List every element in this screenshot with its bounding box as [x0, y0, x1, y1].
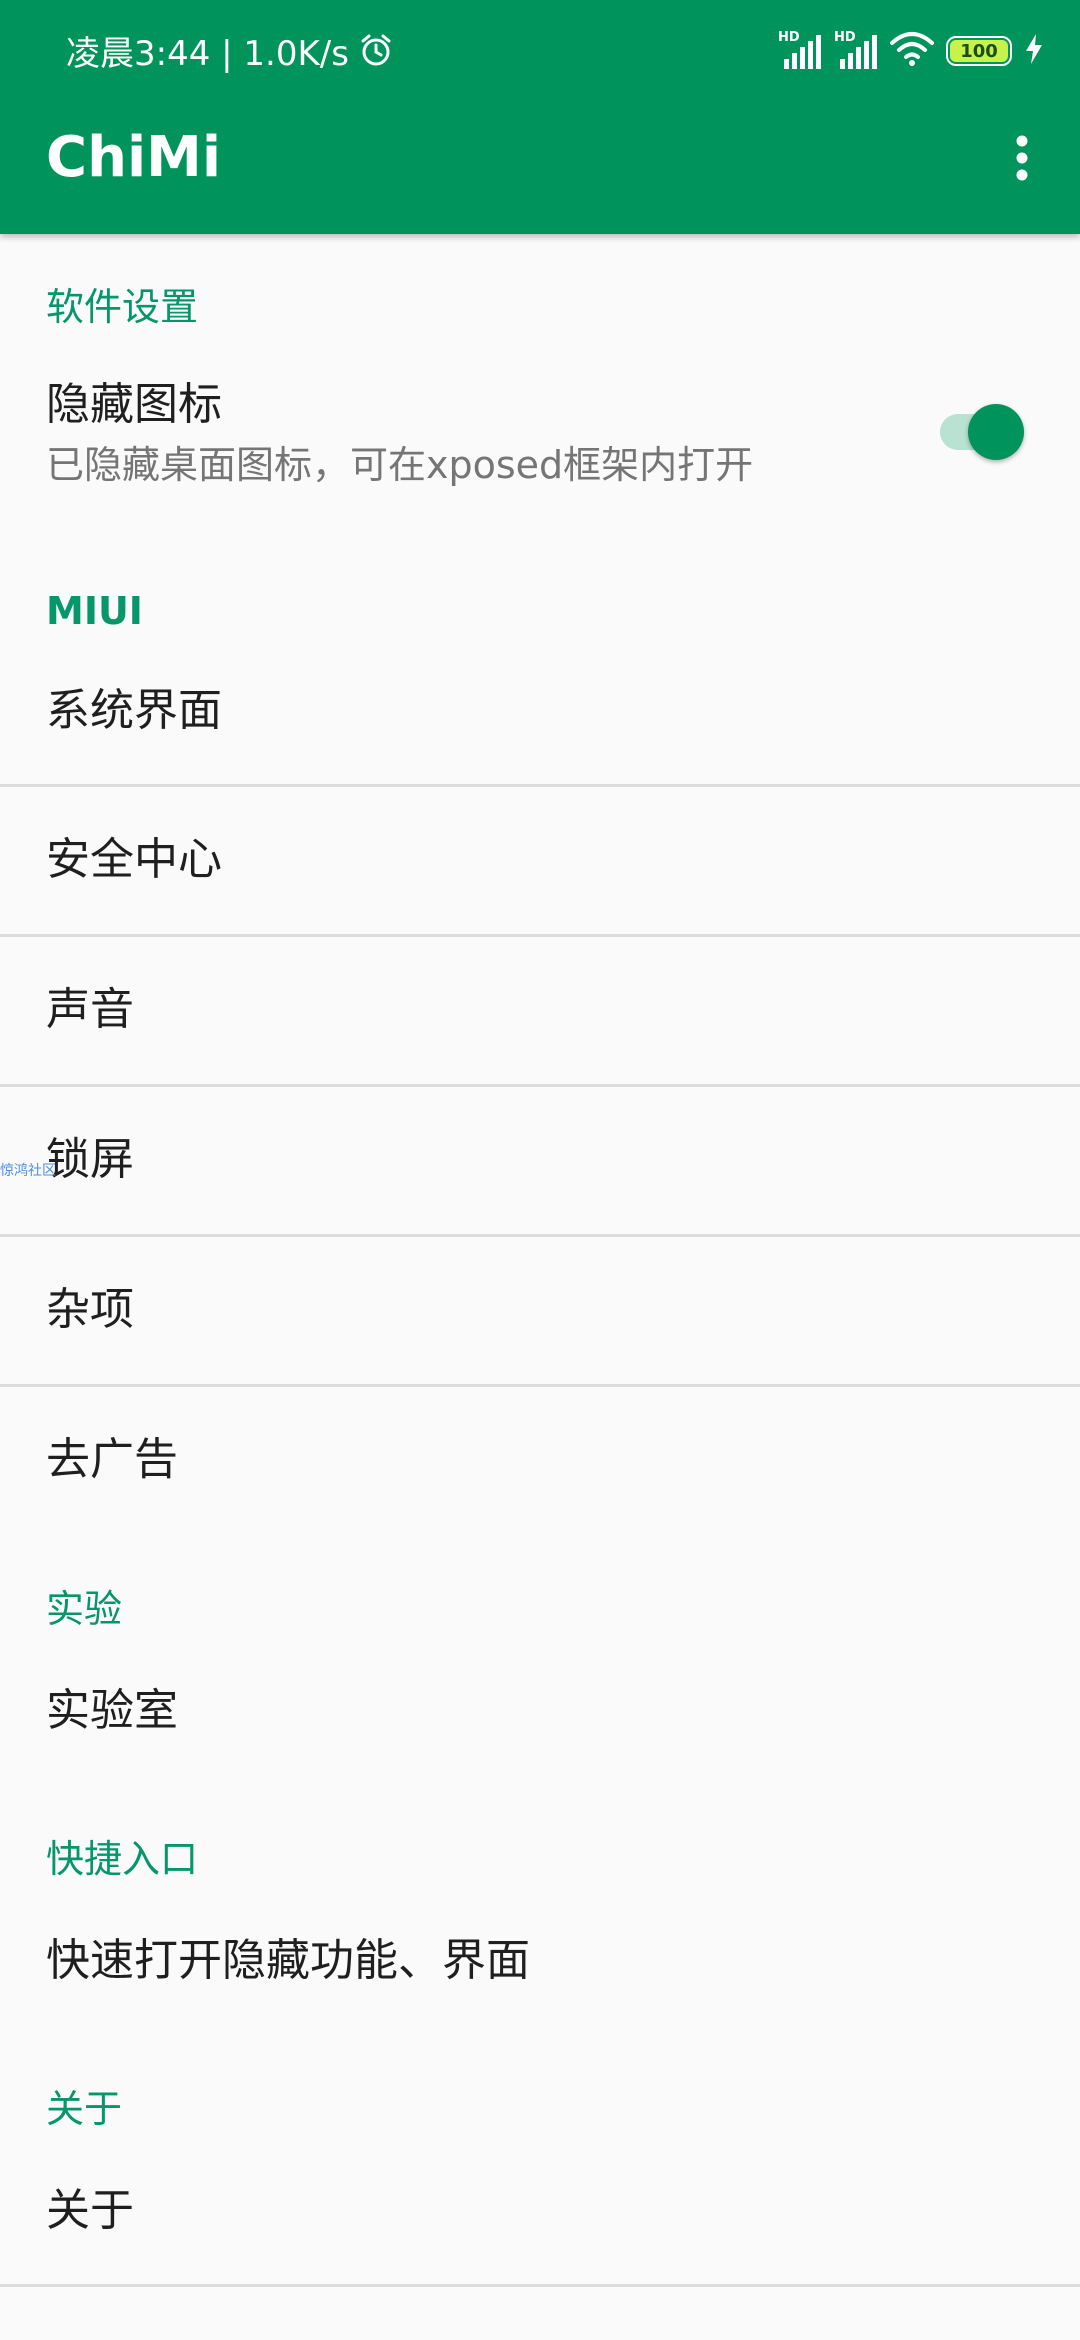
app-title: ChiMi — [46, 125, 222, 190]
list-item-label: 关于 — [46, 2185, 134, 2236]
status-time-speed: 凌晨3:44 | 1.0K/s — [66, 33, 349, 74]
watermark-text: 惊鸿社区 — [0, 1163, 56, 1179]
battery-level: 100 — [950, 40, 1008, 62]
list-item-label: 实验室 — [46, 1685, 178, 1736]
list-item-security-center[interactable]: 安全中心 — [0, 787, 1080, 934]
list-item-label: 杂项 — [46, 1284, 134, 1335]
list-item-sound[interactable]: 声音 — [0, 937, 1080, 1084]
cell-signal-icon: HD — [778, 31, 822, 71]
list-item-misc[interactable]: 杂项 — [0, 1237, 1080, 1384]
status-right: HD HD 100 — [766, 26, 1044, 76]
list-item-label: 声音 — [46, 984, 134, 1035]
hide-icon-setting[interactable]: 隐藏图标 已隐藏桌面图标，可在xposed框架内打开 — [0, 370, 1080, 510]
hide-icon-title: 隐藏图标 — [46, 379, 222, 430]
section-header-software-settings: 软件设置 — [46, 285, 199, 329]
section-header-about: 关于 — [46, 2087, 123, 2131]
list-item-label: 安全中心 — [46, 834, 222, 885]
status-left: 凌晨3:44 | 1.0K/s — [66, 24, 393, 76]
list-item-quick-open[interactable]: 快速打开隐藏功能、界面 — [0, 1900, 1080, 2020]
list-item-system-ui[interactable]: 系统界面 — [0, 660, 1080, 784]
charging-icon — [1024, 33, 1044, 69]
more-options-icon[interactable] — [1002, 126, 1042, 190]
list-item-about[interactable]: 关于 — [0, 2150, 1080, 2284]
divider — [0, 2284, 1080, 2287]
section-header-experiment: 实验 — [46, 1587, 123, 1631]
battery-icon: 100 — [946, 36, 1012, 66]
toggle-thumb — [968, 404, 1024, 460]
wifi-icon — [890, 29, 934, 73]
list-item-remove-ads[interactable]: 去广告 — [0, 1387, 1080, 1527]
app-bar: 凌晨3:44 | 1.0K/s HD HD 100 ChiMi — [0, 0, 1080, 234]
hide-icon-toggle[interactable] — [936, 396, 1028, 460]
list-item-label: 快速打开隐藏功能、界面 — [46, 1935, 530, 1986]
cell-signal-icon: HD — [834, 31, 878, 71]
section-header-shortcut: 快捷入口 — [46, 1837, 199, 1881]
list-item-label: 系统界面 — [46, 685, 222, 736]
list-item-lab[interactable]: 实验室 — [0, 1650, 1080, 1770]
status-bar: 凌晨3:44 | 1.0K/s HD HD 100 — [0, 0, 1080, 100]
alarm-icon — [359, 33, 393, 67]
list-item-lock-screen[interactable]: 锁屏 — [0, 1087, 1080, 1234]
list-item-label: 锁屏 — [46, 1134, 134, 1185]
section-header-miui: MIUI — [46, 589, 143, 633]
list-item-label: 去广告 — [46, 1434, 178, 1485]
hide-icon-summary: 已隐藏桌面图标，可在xposed框架内打开 — [46, 443, 754, 487]
